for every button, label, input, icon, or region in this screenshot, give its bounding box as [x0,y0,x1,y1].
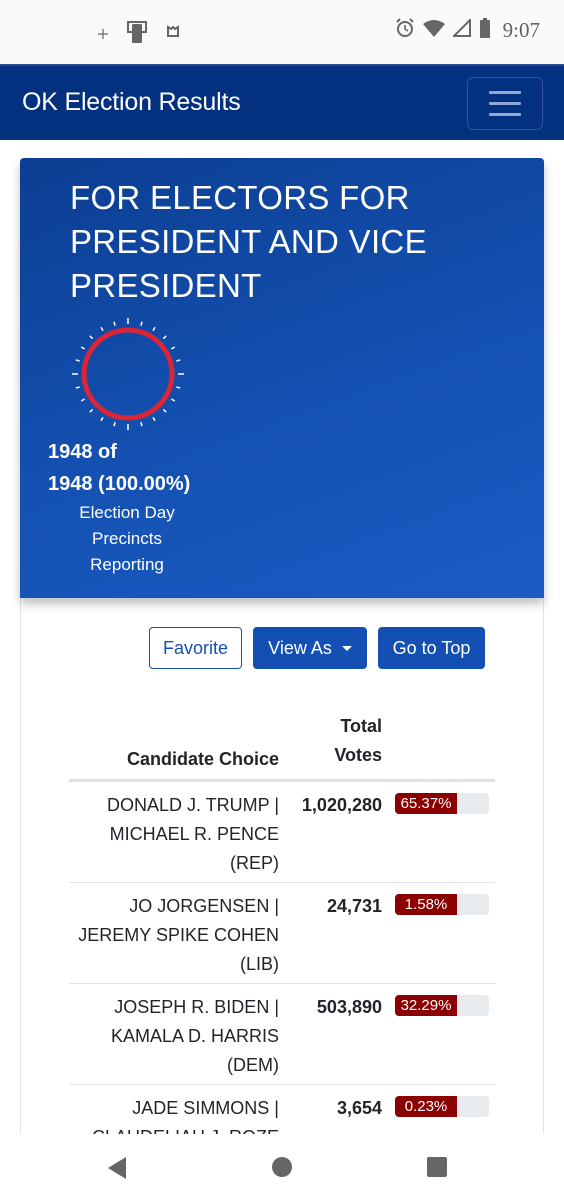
candidate-line: MICHAEL R. PENCE [109,824,279,844]
precincts-label-line: Election Day [79,503,175,522]
view-as-label: View As [268,637,332,658]
view-as-dropdown[interactable]: View As [253,627,367,669]
gauge-tick [89,335,94,340]
gauge-tick [140,321,143,326]
gauge-tick [75,386,80,389]
gauge-tick [80,398,86,402]
candidate-line: (DEM) [227,1055,279,1075]
candidate-line: JADE SIMMONS | [132,1098,279,1118]
gauge-ticks [72,318,184,430]
percent-bar: 32.29% [395,995,489,1016]
recents-icon [427,1157,447,1177]
percent-bar-fill: 1.58% [395,894,457,915]
header-total-votes: Total Votes [302,712,382,770]
battery-icon [479,18,491,43]
race-title: FOR ELECTORS FOR PRESIDENT AND VICE PRES… [70,179,427,304]
header-candidate-choice: Candidate Choice [126,749,279,769]
gauge-tick [140,422,143,427]
back-icon [108,1157,126,1179]
alarm-icon [395,18,415,43]
clock: 9:07 [502,18,540,42]
go-to-top-button[interactable]: Go to Top [378,627,485,669]
gauge-tick [176,359,181,362]
menu-toggle-button[interactable] [467,77,543,130]
percent-bar-fill: 65.37% [395,793,457,814]
vote-count: 503,890 [316,997,382,1017]
gauge-tick [80,346,86,350]
header-total-votes-line: Votes [334,745,382,765]
gauge-tick [100,326,104,332]
navbar: OK Election Results [0,64,564,140]
precincts-gauge [72,318,184,430]
percent-bar: 65.37% [395,793,489,814]
home-button[interactable] [271,1156,293,1183]
hamburger-icon-line [489,102,521,105]
precincts-count-line1: 1948 of [48,441,117,463]
home-icon [272,1157,292,1177]
candidate-line: JO JORGENSEN | [129,896,279,916]
system-icons: 9:07 [395,17,540,43]
wifi-icon [422,19,445,42]
candidate-name: JO JORGENSEN | JEREMY SPIKE COHEN (LIB) [69,892,279,979]
candidate-name: JOSEPH R. BIDEN | KAMALA D. HARRIS (DEM) [69,993,279,1080]
header-total-votes-line: Total [340,716,382,736]
percent-bar: 0.23% [395,1096,489,1117]
gauge-tick [162,408,167,413]
candidate-line: JEREMY SPIKE COHEN [78,925,279,945]
gauge-tick [170,346,176,350]
precincts-count-line2: 1948 (100.00%) [48,473,191,495]
precincts-label-line: Reporting [90,555,164,574]
precincts-reporting: 1948 of 1948 (100.00%) Election Day Prec… [48,436,206,578]
percent-bar-fill: 32.29% [395,995,457,1016]
gauge-tick [176,386,181,389]
recents-button[interactable] [426,1156,448,1183]
percent-bar: 1.58% [395,894,489,915]
gauge-tick [113,321,116,326]
table-row: JO JORGENSEN | JEREMY SPIKE COHEN (LIB) … [69,883,495,984]
system-nav-bar [0,1134,564,1200]
caret-down-icon [341,645,352,651]
status-bar: 9:07 [0,0,564,64]
race-header: FOR ELECTORS FOR PRESIDENT AND VICE PRES… [20,158,544,598]
candidate-name: DONALD J. TRUMP | MICHAEL R. PENCE (REP) [69,791,279,878]
hamburger-icon-line [489,91,521,94]
candidate-line: (REP) [230,853,279,873]
precincts-label-line: Precincts [92,529,162,548]
vote-count: 24,731 [326,896,382,916]
table-header: Candidate Choice Total Votes [69,716,495,782]
table-row: DONALD J. TRUMP | MICHAEL R. PENCE (REP)… [69,782,495,883]
results-table: Candidate Choice Total Votes DONALD J. T… [69,716,495,1186]
brand-title[interactable]: OK Election Results [22,88,241,117]
precincts-label: Election Day Precincts Reporting [48,500,206,578]
gauge-tick [75,359,80,362]
table-row: JOSEPH R. BIDEN | KAMALA D. HARRIS (DEM)… [69,984,495,1085]
back-button[interactable] [106,1156,128,1185]
signal-icon [451,17,471,42]
gauge-tick [152,326,156,332]
gauge-tick [170,398,176,402]
gauge-ring [81,327,175,421]
percent-bar-fill: 0.23% [395,1096,457,1117]
candidate-line: KAMALA D. HARRIS [110,1026,279,1046]
gauge-tick [162,335,167,340]
gauge-tick [152,416,156,422]
candidate-line: DONALD J. TRUMP | [106,795,279,815]
vote-count: 3,654 [336,1098,382,1118]
hamburger-icon-line [489,113,521,116]
shield-app-icon [166,25,180,44]
action-buttons: Favorite View As Go to Top [149,627,485,669]
sparkle-icon [98,26,108,44]
vote-count: 1,020,280 [301,795,382,815]
candidate-line: (LIB) [239,954,279,974]
favorite-button[interactable]: Favorite [149,627,242,669]
screen-cast-icon [126,20,148,49]
notification-icons [98,20,180,49]
candidate-line: JOSEPH R. BIDEN | [114,997,279,1017]
gauge-tick [100,416,104,422]
gauge-tick [89,408,94,413]
gauge-tick [113,422,116,427]
